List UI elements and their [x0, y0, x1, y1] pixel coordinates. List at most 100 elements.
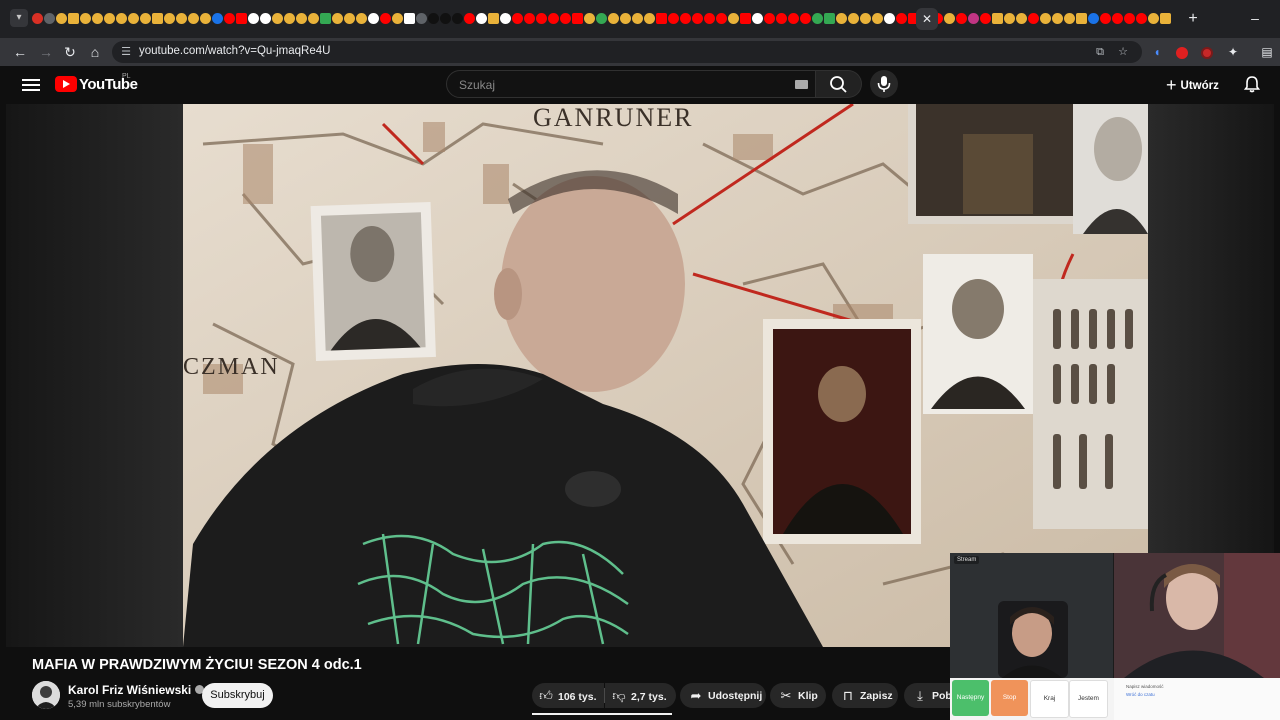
extension-translate-icon[interactable]: ◖: [1148, 43, 1166, 61]
extension-record-icon[interactable]: [1198, 43, 1216, 61]
tab-favicon-icon[interactable]: [656, 13, 667, 24]
tab-favicon-icon[interactable]: [548, 13, 559, 24]
tab-favicon-icon[interactable]: [572, 13, 583, 24]
share-button[interactable]: ➦ Udostępnij: [680, 683, 766, 708]
tab-favicon-icon[interactable]: [500, 13, 511, 24]
tab-favicon-icon[interactable]: [944, 13, 955, 24]
tab-favicon-icon[interactable]: [1040, 13, 1051, 24]
tab-favicon-icon[interactable]: [1136, 13, 1147, 24]
save-button[interactable]: ⊓ Zapisz: [832, 683, 898, 708]
tab-favicon-icon[interactable]: [740, 13, 751, 24]
hamburger-menu-icon[interactable]: [22, 76, 40, 94]
vote-option-gender[interactable]: Jestem: [1069, 680, 1108, 718]
tab-favicon-icon[interactable]: [680, 13, 691, 24]
tab-favicon-icon[interactable]: [104, 13, 115, 24]
tab-favicon-icon[interactable]: [668, 13, 679, 24]
tab-favicon-icon[interactable]: [1052, 13, 1063, 24]
channel-avatar[interactable]: [32, 681, 60, 709]
tab-favicon-icon[interactable]: [1148, 13, 1159, 24]
tab-favicon-icon[interactable]: [92, 13, 103, 24]
extensions-puzzle-icon[interactable]: ✦: [1224, 43, 1242, 61]
subscribe-button[interactable]: Subskrybuj: [202, 683, 273, 708]
tab-favicon-icon[interactable]: [596, 13, 607, 24]
tab-favicon-icon[interactable]: [56, 13, 67, 24]
tab-favicon-icon[interactable]: [752, 13, 763, 24]
tab-favicon-icon[interactable]: [692, 13, 703, 24]
tab-favicon-icon[interactable]: [1088, 13, 1099, 24]
tab-favicon-icon[interactable]: [1124, 13, 1135, 24]
tab-favicon-icon[interactable]: [1160, 13, 1171, 24]
tab-favicon-icon[interactable]: [44, 13, 55, 24]
tab-favicon-icon[interactable]: [536, 13, 547, 24]
tab-favicon-icon[interactable]: [236, 13, 247, 24]
tab-favicon-icon[interactable]: [164, 13, 175, 24]
tab-favicon-icon[interactable]: [356, 13, 367, 24]
tab-favicon-icon[interactable]: [644, 13, 655, 24]
tab-favicon-icon[interactable]: [980, 13, 991, 24]
tab-favicons[interactable]: [32, 12, 1172, 26]
tab-favicon-icon[interactable]: [968, 13, 979, 24]
tab-favicon-icon[interactable]: [140, 13, 151, 24]
clip-button[interactable]: ✂ Klip: [770, 683, 826, 708]
notifications-bell-icon[interactable]: [1242, 74, 1262, 94]
tab-favicon-icon[interactable]: [296, 13, 307, 24]
profile-sidepanel-icon[interactable]: ▤: [1258, 43, 1276, 61]
tab-favicon-icon[interactable]: [776, 13, 787, 24]
tab-favicon-icon[interactable]: [632, 13, 643, 24]
tab-favicon-icon[interactable]: [824, 13, 835, 24]
tab-favicon-icon[interactable]: [608, 13, 619, 24]
youtube-logo-icon[interactable]: [55, 76, 77, 92]
tab-favicon-icon[interactable]: [1064, 13, 1075, 24]
tab-favicon-icon[interactable]: [800, 13, 811, 24]
tab-favicon-icon[interactable]: [1016, 13, 1027, 24]
tab-favicon-icon[interactable]: [704, 13, 715, 24]
tab-favicon-icon[interactable]: [272, 13, 283, 24]
tab-favicon-icon[interactable]: [524, 13, 535, 24]
tab-favicon-icon[interactable]: [284, 13, 295, 24]
dislike-button[interactable]: 👎︎ 2,7 tys.: [605, 683, 676, 708]
tab-favicon-icon[interactable]: [860, 13, 871, 24]
tab-favicon-icon[interactable]: [1028, 13, 1039, 24]
tab-favicon-icon[interactable]: [1100, 13, 1111, 24]
tab-favicon-icon[interactable]: [416, 13, 427, 24]
tab-favicon-icon[interactable]: [368, 13, 379, 24]
tab-favicon-icon[interactable]: [248, 13, 259, 24]
tab-favicon-icon[interactable]: [956, 13, 967, 24]
channel-name[interactable]: Karol Friz Wiśniewski: [68, 683, 205, 697]
keyboard-icon[interactable]: [795, 80, 808, 89]
minimize-window-icon[interactable]: –: [1246, 10, 1264, 28]
tab-favicon-icon[interactable]: [728, 13, 739, 24]
tab-favicon-icon[interactable]: [992, 13, 1003, 24]
tab-favicon-icon[interactable]: [116, 13, 127, 24]
tab-favicon-icon[interactable]: [392, 13, 403, 24]
tab-favicon-icon[interactable]: [200, 13, 211, 24]
tab-favicon-icon[interactable]: [380, 13, 391, 24]
tab-favicon-icon[interactable]: [320, 13, 331, 24]
install-app-icon[interactable]: ⧉: [1092, 44, 1108, 60]
tab-favicon-icon[interactable]: [512, 13, 523, 24]
tab-favicon-icon[interactable]: [476, 13, 487, 24]
tab-favicon-icon[interactable]: [404, 13, 415, 24]
tab-favicon-icon[interactable]: [428, 13, 439, 24]
create-button[interactable]: + Utwórz: [1166, 72, 1242, 98]
tab-favicon-icon[interactable]: [872, 13, 883, 24]
address-bar[interactable]: ☰ youtube.com/watch?v=Qu-jmaqRe4U ⧉ ☆: [112, 41, 1142, 63]
tab-favicon-icon[interactable]: [188, 13, 199, 24]
voice-search-button[interactable]: [870, 70, 898, 98]
home-icon[interactable]: ⌂: [85, 42, 105, 62]
forward-arrow-icon[interactable]: →: [36, 42, 56, 62]
tab-favicon-icon[interactable]: [212, 13, 223, 24]
tab-favicon-icon[interactable]: [836, 13, 847, 24]
tab-favicon-icon[interactable]: [1112, 13, 1123, 24]
tab-favicon-icon[interactable]: [176, 13, 187, 24]
url-text[interactable]: youtube.com/watch?v=Qu-jmaqRe4U: [139, 45, 330, 57]
extension-red-icon[interactable]: [1173, 43, 1191, 61]
vote-option-next[interactable]: Następny: [952, 680, 989, 716]
vote-option-stop[interactable]: Stop: [991, 680, 1028, 716]
tab-favicon-icon[interactable]: [884, 13, 895, 24]
tab-favicon-icon[interactable]: [452, 13, 463, 24]
tab-favicon-icon[interactable]: [788, 13, 799, 24]
vote-option-country[interactable]: Kraj: [1030, 680, 1069, 718]
tab-favicon-icon[interactable]: [464, 13, 475, 24]
tab-favicon-icon[interactable]: [560, 13, 571, 24]
